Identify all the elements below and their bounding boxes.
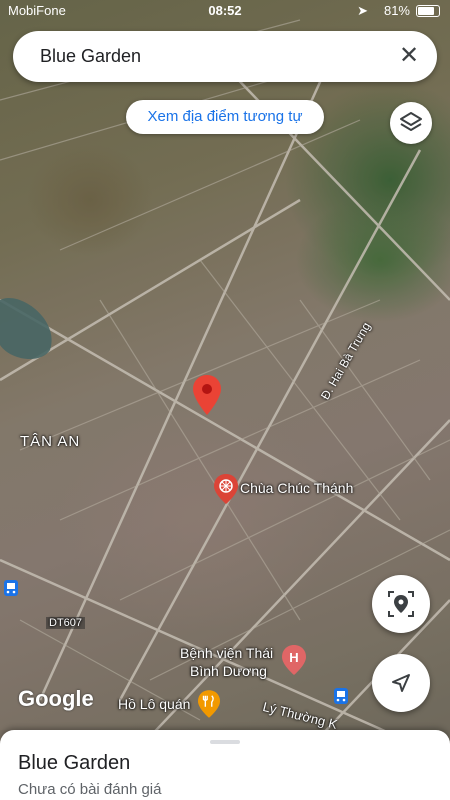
search-bar[interactable]: Blue Garden ✕	[13, 31, 437, 82]
restaurant-icon	[198, 690, 220, 718]
layers-icon	[400, 112, 422, 131]
close-icon[interactable]: ✕	[395, 42, 423, 70]
sheet-drag-handle[interactable]	[210, 740, 240, 744]
place-title: Blue Garden	[18, 752, 131, 774]
place-location-button[interactable]	[372, 575, 430, 633]
bus-stop-icon[interactable]	[4, 580, 18, 596]
place-icon	[388, 591, 414, 617]
similar-places-chip[interactable]: Xem địa điểm tương tự	[126, 100, 324, 134]
clock: 08:52	[208, 3, 242, 18]
place-subtitle: Chưa có bài đánh giá	[18, 781, 162, 798]
hospital-icon: H	[282, 645, 306, 675]
temple-icon	[214, 474, 238, 504]
poi-label: Chùa Chúc Thánh	[240, 480, 354, 496]
status-bar: MobiFone 08:52 ➤ 81%	[0, 0, 450, 22]
bus-stop-icon[interactable]	[334, 688, 348, 704]
area-label: TÂN AN	[20, 433, 81, 450]
poi-label: Hồ Lô quán	[118, 696, 191, 712]
poi-label-line2: Bình Dương	[190, 663, 267, 679]
layers-button[interactable]	[390, 102, 432, 144]
search-query[interactable]: Blue Garden	[40, 46, 141, 67]
road-label-dt607: DT607	[46, 617, 86, 629]
google-attribution: Google	[18, 686, 94, 711]
location-arrow-icon: ➤	[357, 3, 368, 18]
battery-percent: 81%	[383, 3, 410, 18]
svg-text:H: H	[289, 650, 298, 665]
poi-label-line1: Bệnh viện Thái	[180, 645, 274, 661]
battery-icon	[416, 5, 440, 17]
navigation-icon	[392, 674, 410, 692]
my-location-button[interactable]	[372, 654, 430, 712]
place-pin-icon[interactable]	[193, 375, 221, 415]
place-sheet[interactable]: Blue Garden Chưa có bài đánh giá	[0, 730, 450, 800]
